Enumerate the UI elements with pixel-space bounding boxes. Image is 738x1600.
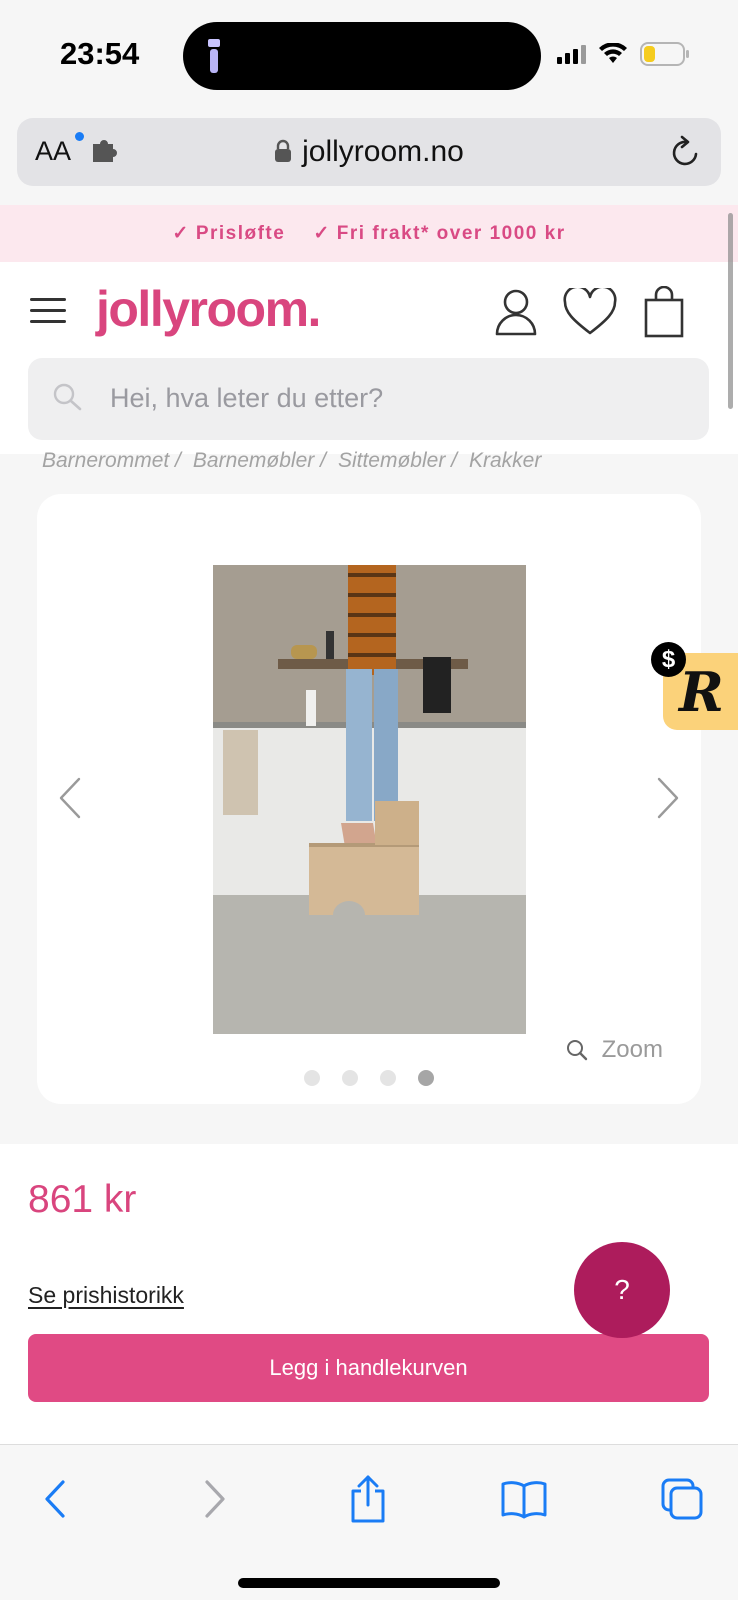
promo-banner: ✓ Prisløfte ✓ Fri frakt* over 1000 kr [0,205,738,262]
status-icons [557,42,690,66]
chevron-left-icon[interactable] [57,776,83,820]
search-input[interactable]: Hei, hva leter du etter? [28,358,709,440]
forward-arrow-icon [205,1480,225,1518]
share-icon [351,1475,385,1523]
share-button[interactable] [342,1473,394,1525]
menu-icon[interactable] [30,298,66,324]
promo-price-promise: ✓ Prisløfte [172,223,286,244]
back-button[interactable] [30,1473,82,1525]
breadcrumb-item[interactable]: Barnemøbler / [193,449,330,473]
page-scrollbar[interactable] [728,213,733,409]
purchase-panel: 861 kr Se prishistorikk Legg i handlekur… [0,1144,738,1444]
lock-icon [275,139,292,162]
flashlight-icon [208,39,220,73]
shopping-bag-icon[interactable] [643,286,685,338]
gallery-dot[interactable] [342,1070,358,1086]
reload-icon[interactable] [669,134,703,170]
account-icon[interactable] [494,288,538,336]
bookmarks-button[interactable] [498,1473,550,1525]
product-gallery: Zoom [37,494,701,1104]
zoom-icon [566,1040,587,1061]
product-image[interactable] [213,565,526,1034]
add-to-cart-button[interactable]: Legg i handlekurven [28,1334,709,1402]
gallery-dot-active[interactable] [418,1070,434,1086]
browser-toolbar [0,1444,738,1600]
breadcrumb-item[interactable]: Krakker [469,449,541,473]
check-icon: ✓ [172,223,190,244]
search-icon [53,383,82,411]
site-logo[interactable]: jollyroom. [96,280,321,338]
dynamic-island [183,22,541,90]
rewards-logo: R [679,660,724,724]
back-arrow-icon [45,1480,65,1518]
home-indicator [238,1578,500,1588]
price-history-link[interactable]: Se prishistorikk [28,1282,184,1309]
signal-icon [557,44,586,64]
book-icon [501,1481,547,1519]
wishlist-heart-icon[interactable] [563,288,617,336]
breadcrumb-item[interactable]: Barnerommet / [42,449,185,473]
gallery-pagination [37,1070,701,1086]
tabs-icon [661,1478,703,1520]
product-price: 861 kr [28,1178,137,1221]
breadcrumb-item[interactable]: Sittemøbler / [338,449,461,473]
site-header: jollyroom. Hei, hva leter du etter? [0,262,738,454]
zoom-label: Zoom [601,1036,663,1063]
zoom-button[interactable]: Zoom [566,1036,663,1064]
status-time: 23:54 [60,36,140,71]
battery-icon [640,42,689,66]
product-photo [213,565,526,1034]
gallery-dot[interactable] [380,1070,396,1086]
status-bar: 23:54 [0,0,738,110]
chevron-right-icon[interactable] [655,776,681,820]
forward-button[interactable] [188,1473,240,1525]
url-bar[interactable]: AA jollyroom.no [17,118,721,186]
help-button[interactable]: ? [574,1242,670,1338]
check-icon: ✓ [313,223,331,244]
tabs-button[interactable] [656,1473,708,1525]
url-text: jollyroom.no [302,135,464,168]
url-display[interactable]: jollyroom.no [17,135,721,169]
wifi-icon [599,43,627,63]
promo-free-shipping: ✓ Fri frakt* over 1000 kr [313,223,566,244]
search-placeholder: Hei, hva leter du etter? [110,383,384,413]
breadcrumb: Barnerommet / Barnemøbler / Sittemøbler … [42,449,541,473]
gallery-dot[interactable] [304,1070,320,1086]
